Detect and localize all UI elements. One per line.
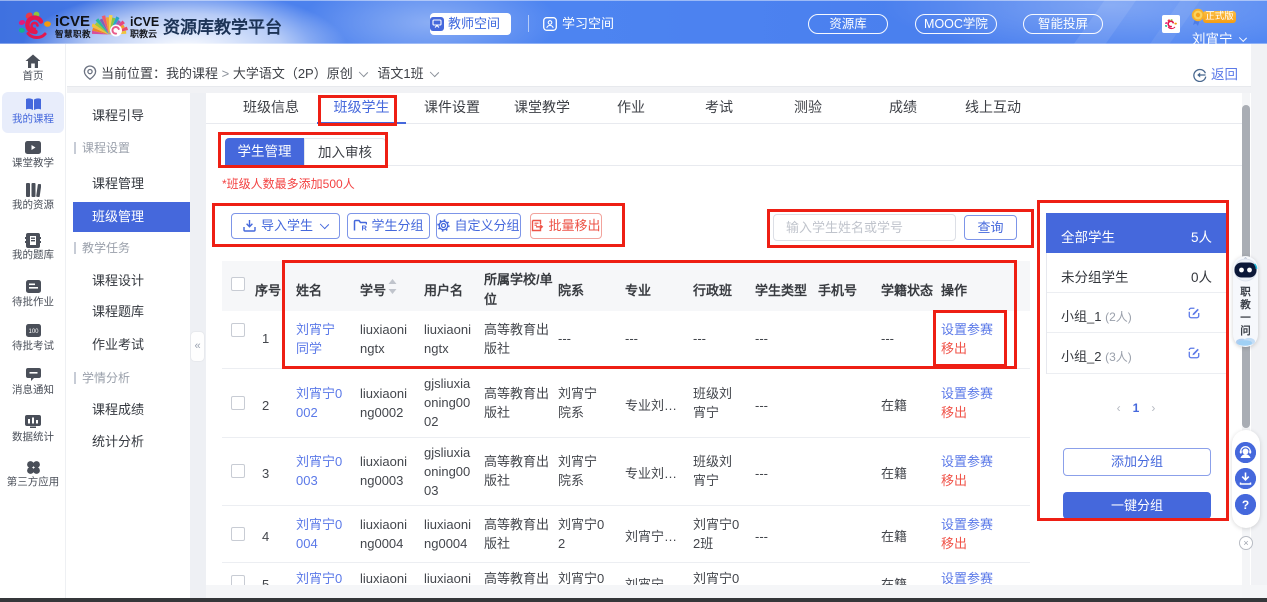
svg-text:?: ? xyxy=(1242,498,1249,512)
svg-text:100: 100 xyxy=(28,329,39,335)
